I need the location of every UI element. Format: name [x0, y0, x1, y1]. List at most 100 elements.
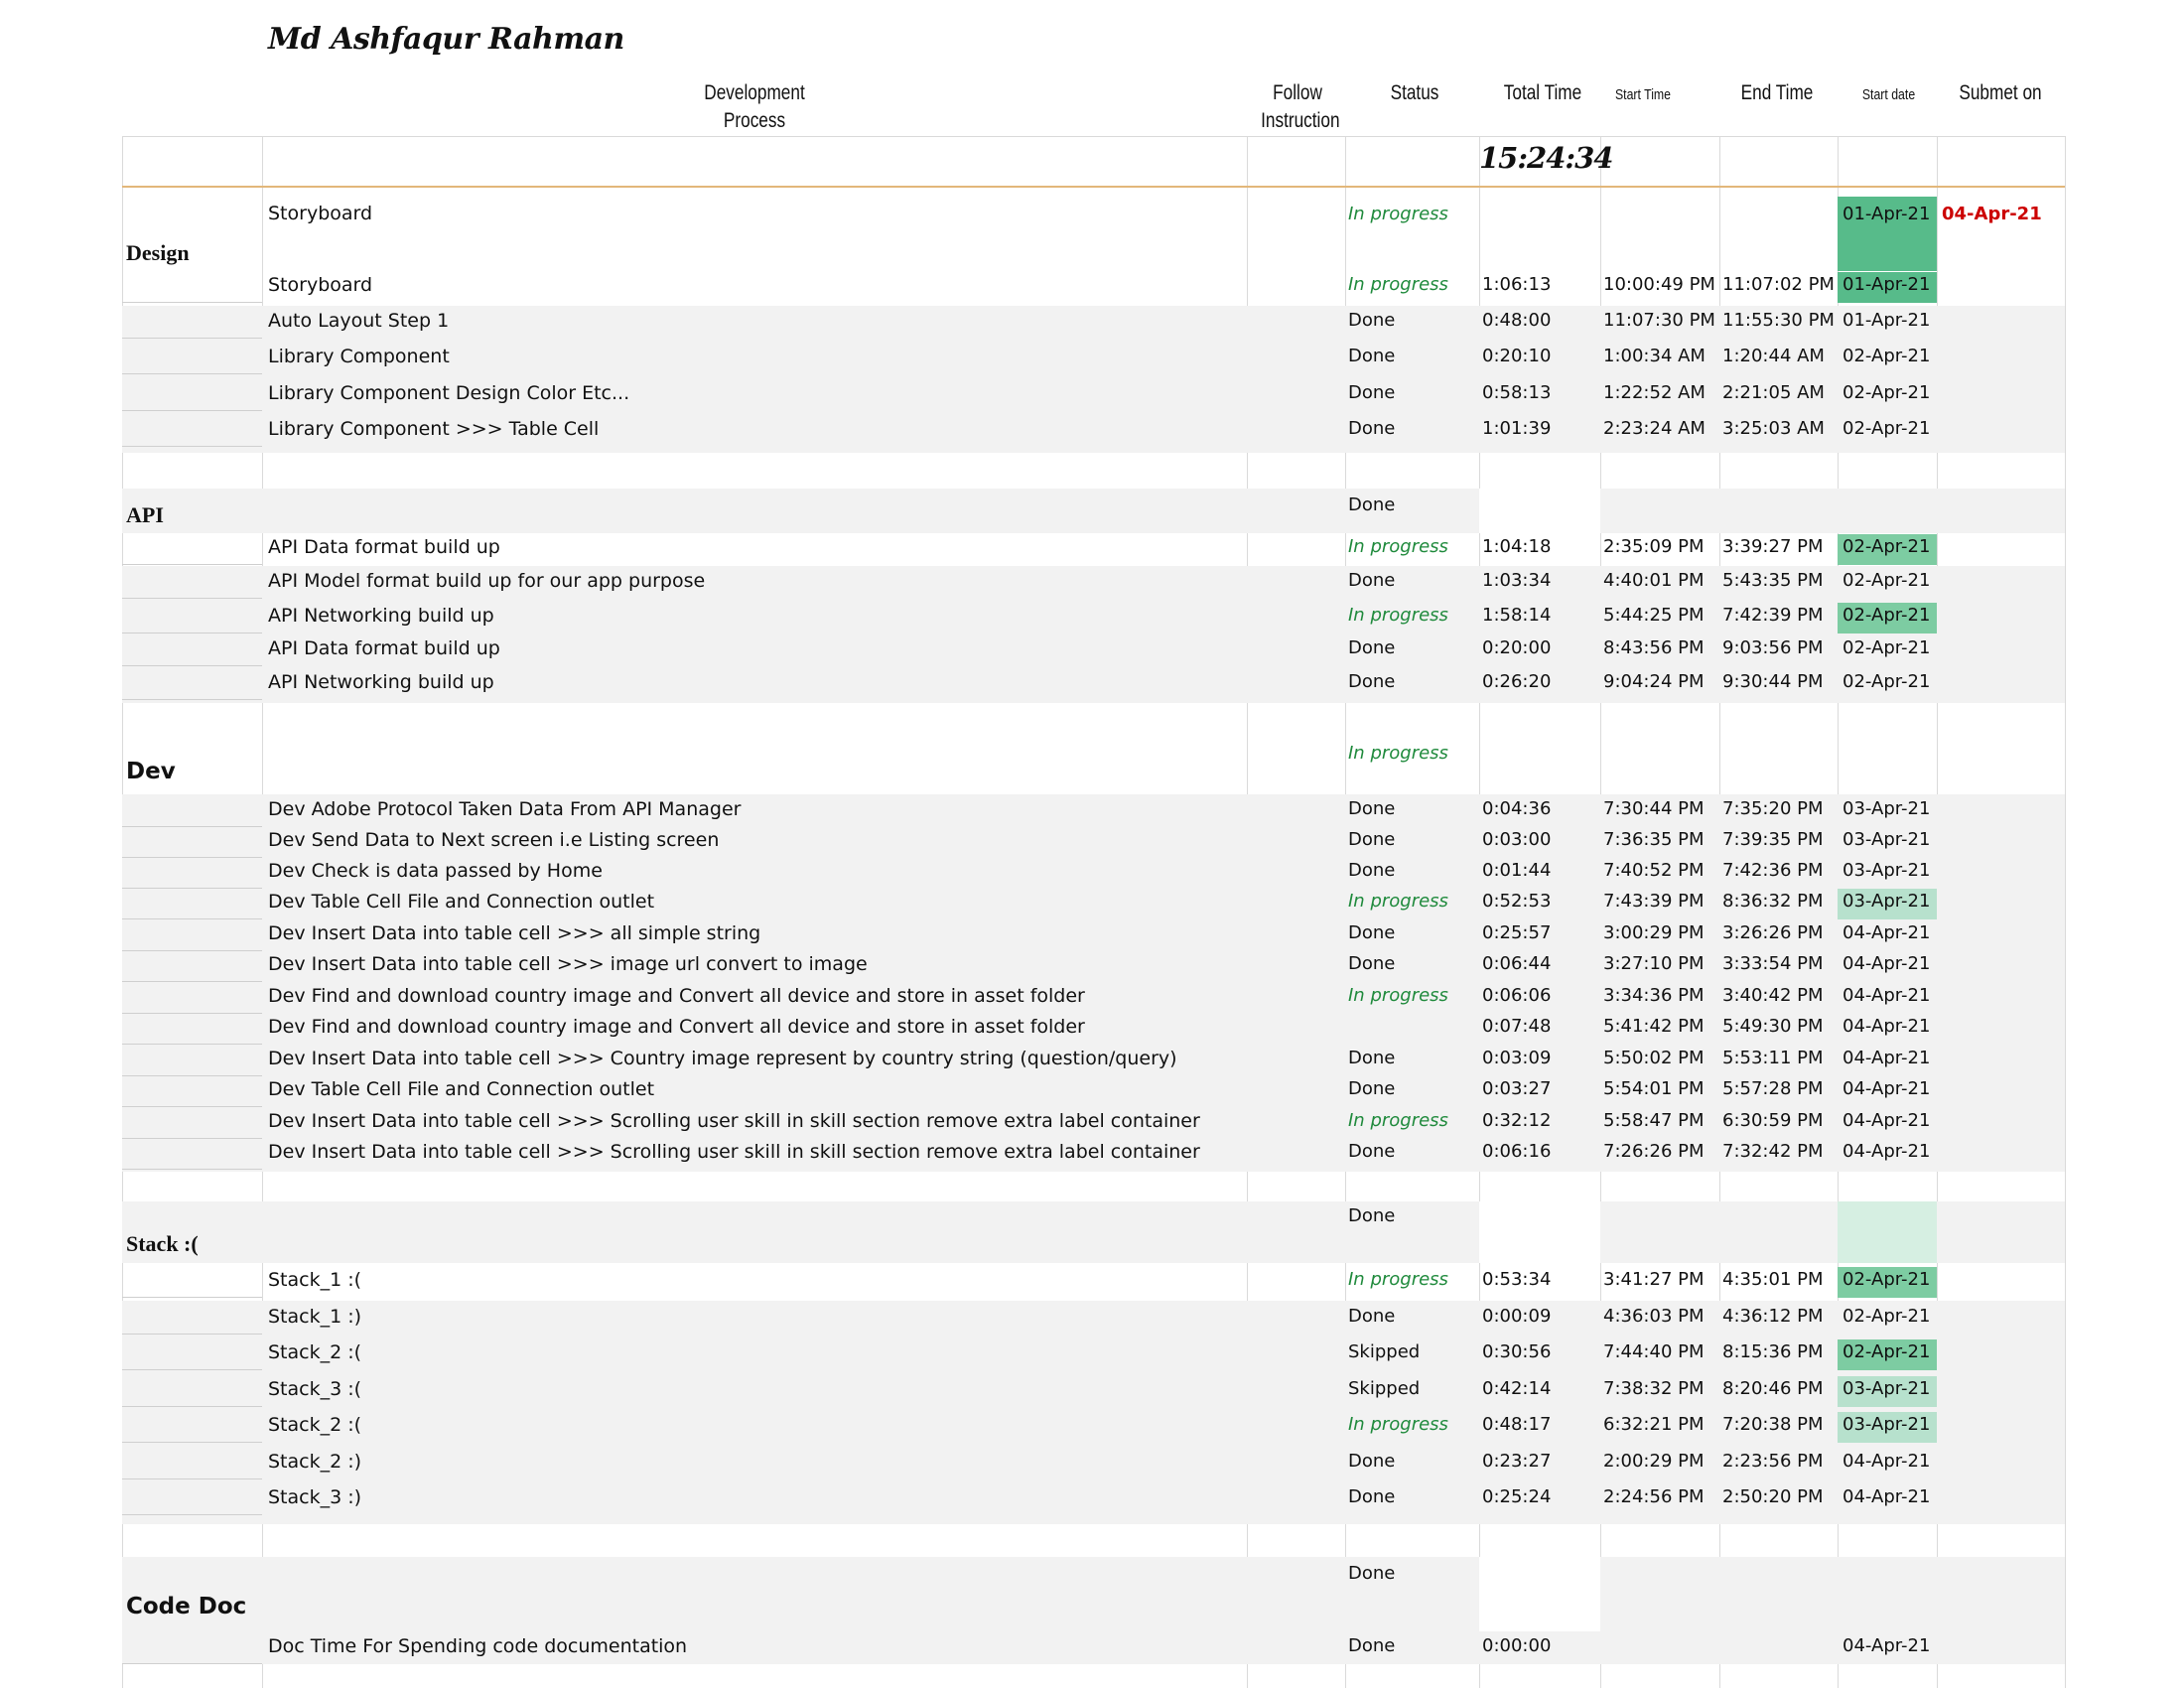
design-header-start-date: 01-Apr-21: [1843, 204, 1931, 224]
task-name: Library Component: [268, 346, 450, 367]
task-end-time: 4:36:12 PM: [1722, 1306, 1824, 1327]
task-start-time: 2:35:09 PM: [1603, 536, 1705, 557]
task-end-time: 7:20:38 PM: [1722, 1414, 1824, 1435]
task-status: In progress: [1348, 605, 1448, 626]
task-start-time: 8:43:56 PM: [1603, 637, 1705, 658]
task-status: Done: [1348, 1048, 1396, 1068]
task-name: API Networking build up: [268, 671, 494, 693]
task-start-time: 5:50:02 PM: [1603, 1048, 1705, 1068]
task-status: Done: [1348, 1141, 1396, 1162]
task-total-time: 0:26:20: [1482, 671, 1552, 692]
task-name: Dev Send Data to Next screen i.e Listing…: [268, 829, 720, 851]
row-label-cell: [122, 796, 262, 827]
task-name: Dev Table Cell File and Connection outle…: [268, 1078, 655, 1100]
section-api: API: [126, 502, 164, 527]
row-label-cell: [122, 308, 262, 339]
task-start-time: 2:00:29 PM: [1603, 1451, 1705, 1472]
task-start-time: 11:07:30 PM: [1603, 310, 1715, 331]
task-name: API Networking build up: [268, 605, 494, 627]
task-status: Done: [1348, 1078, 1396, 1099]
header-status: Status: [1390, 81, 1439, 104]
task-name: Dev Insert Data into table cell >>> Scro…: [268, 1110, 1200, 1132]
task-start-date: 03-Apr-21: [1843, 798, 1931, 819]
task-total-time: 0:03:09: [1482, 1048, 1552, 1068]
task-total-time: 0:48:17: [1482, 1414, 1552, 1435]
header-total-time: Total Time: [1503, 81, 1582, 104]
section-code-doc: Code Doc: [126, 1594, 247, 1619]
task-status: Done: [1348, 829, 1396, 850]
row-label-cell: [122, 1376, 262, 1407]
api-header-status: Done: [1348, 494, 1396, 515]
task-total-time: 0:23:27: [1482, 1451, 1552, 1472]
row-label-cell: [122, 1304, 262, 1335]
task-end-time: 8:36:32 PM: [1722, 891, 1824, 912]
row-label-cell: [122, 920, 262, 951]
task-name: Storyboard: [268, 274, 373, 296]
grid-line: [2065, 136, 2066, 1688]
task-total-time: 0:00:09: [1482, 1306, 1552, 1327]
row-label-cell: [122, 1449, 262, 1479]
task-name: Doc Time For Spending code documentation: [268, 1635, 688, 1657]
task-start-time: 5:41:42 PM: [1603, 1016, 1705, 1037]
task-status: Done: [1348, 346, 1396, 366]
task-status: Skipped: [1348, 1378, 1421, 1399]
task-end-time: 3:33:54 PM: [1722, 953, 1824, 974]
task-name: Library Component Design Color Etc...: [268, 382, 630, 404]
task-start-date: 03-Apr-21: [1843, 1414, 1931, 1435]
task-start-time: 7:36:35 PM: [1603, 829, 1705, 850]
task-end-time: 7:42:39 PM: [1722, 605, 1824, 626]
task-status: Done: [1348, 382, 1396, 403]
task-status: Done: [1348, 637, 1396, 658]
task-name: Dev Adobe Protocol Taken Data From API M…: [268, 798, 742, 820]
task-end-time: 5:43:35 PM: [1722, 570, 1824, 591]
task-name: Dev Find and download country image and …: [268, 985, 1085, 1007]
row-band: [122, 1201, 2065, 1263]
total-time-value: 15:24:34: [1479, 141, 1613, 175]
task-status: In progress: [1348, 536, 1448, 557]
task-total-time: 0:25:24: [1482, 1486, 1552, 1507]
row-label-cell: [122, 1076, 262, 1107]
task-start-time: 1:00:34 AM: [1603, 346, 1706, 366]
task-start-time: 3:41:27 PM: [1603, 1269, 1705, 1290]
task-total-time: 0:32:12: [1482, 1110, 1552, 1131]
codedoc-header-status: Done: [1348, 1563, 1396, 1584]
task-start-time: 7:26:26 PM: [1603, 1141, 1705, 1162]
task-total-time: 0:06:16: [1482, 1141, 1552, 1162]
task-end-time: 7:42:36 PM: [1722, 860, 1824, 881]
row-label-cell: [122, 1014, 262, 1045]
task-status: Done: [1348, 1635, 1396, 1656]
task-total-time: 0:06:06: [1482, 985, 1552, 1006]
row-label-cell: [122, 416, 262, 447]
task-start-time: 4:36:03 PM: [1603, 1306, 1705, 1327]
task-start-date: 02-Apr-21: [1843, 382, 1931, 403]
task-start-date: 02-Apr-21: [1843, 536, 1931, 557]
submit-on-date: 04-Apr-21: [1942, 204, 2042, 224]
task-start-time: 4:40:01 PM: [1603, 570, 1705, 591]
blank-cell: [1479, 489, 1600, 533]
task-start-date: 03-Apr-21: [1843, 1378, 1931, 1399]
task-start-date: 02-Apr-21: [1843, 605, 1931, 626]
task-end-time: 3:25:03 AM: [1722, 418, 1825, 439]
header-development-process: Development Process: [704, 81, 805, 132]
task-end-time: 7:32:42 PM: [1722, 1141, 1824, 1162]
task-total-time: 0:25:57: [1482, 922, 1552, 943]
row-label-cell: [122, 889, 262, 919]
task-total-time: 0:03:27: [1482, 1078, 1552, 1099]
section-stack: Stack :(: [126, 1231, 199, 1256]
task-name: Stack_3 :(: [268, 1378, 362, 1400]
task-end-time: 8:15:36 PM: [1722, 1341, 1824, 1362]
task-start-date: 01-Apr-21: [1843, 310, 1931, 331]
task-status: Done: [1348, 1306, 1396, 1327]
task-total-time: 0:06:44: [1482, 953, 1552, 974]
task-start-time: 5:54:01 PM: [1603, 1078, 1705, 1099]
task-name: Library Component >>> Table Cell: [268, 418, 600, 440]
task-end-time: 2:21:05 AM: [1722, 382, 1825, 403]
task-start-date: 02-Apr-21: [1843, 637, 1931, 658]
task-start-date: 02-Apr-21: [1843, 1269, 1931, 1290]
task-total-time: 1:04:18: [1482, 536, 1552, 557]
task-start-date: 02-Apr-21: [1843, 671, 1931, 692]
task-end-time: 5:49:30 PM: [1722, 1016, 1824, 1037]
task-status: In progress: [1348, 1110, 1448, 1131]
task-name: Dev Insert Data into table cell >>> Coun…: [268, 1048, 1177, 1069]
task-status: Done: [1348, 798, 1396, 819]
